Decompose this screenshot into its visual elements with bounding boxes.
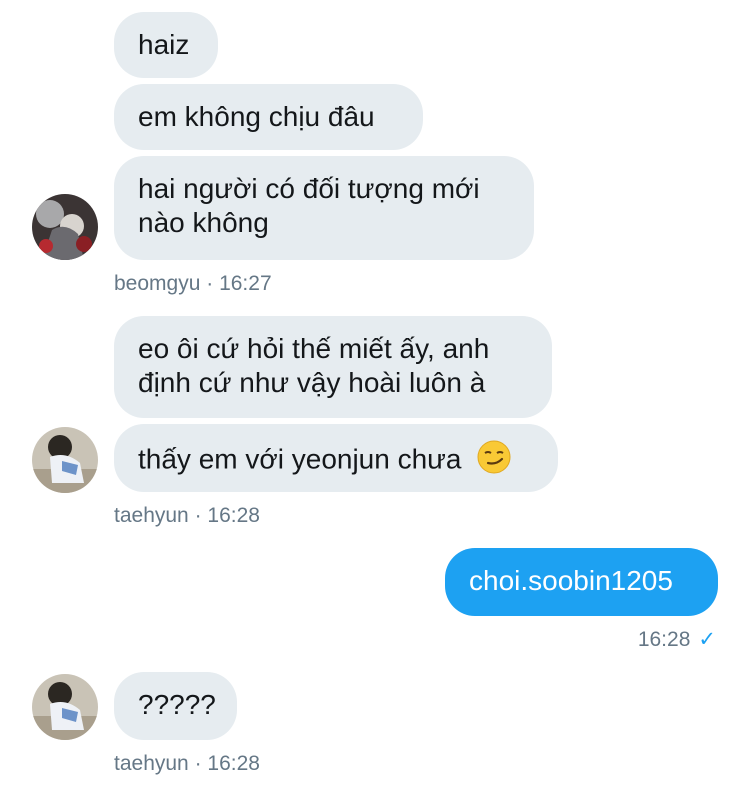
sender-name[interactable]: taehyun	[114, 752, 189, 775]
meta-separator: ·	[206, 272, 214, 295]
smirking-face-emoji-icon	[477, 440, 511, 482]
avatar[interactable]	[32, 427, 98, 493]
message-bubble[interactable]: haiz	[114, 12, 218, 78]
message-meta: beomgyu · 16:27	[114, 272, 272, 296]
message-text: thấy em với yeonjun chưa	[138, 443, 462, 475]
message-meta: taehyun · 16:28	[114, 752, 260, 776]
message-text: định cứ như vậy hoài luôn à	[138, 367, 486, 398]
message-text: haiz	[138, 29, 190, 60]
message-text: hai người có đối tượng mới	[138, 173, 480, 204]
message-bubble[interactable]: eo ôi cứ hỏi thế miết ấy, anh định cứ nh…	[114, 316, 552, 418]
message-bubble-outgoing[interactable]: choi.soobin1205	[445, 548, 718, 616]
message-text: nào không	[138, 207, 269, 238]
timestamp: 16:28	[207, 752, 260, 775]
taehyun-avatar-image	[32, 427, 98, 493]
avatar[interactable]	[32, 674, 98, 740]
meta-separator: ·	[194, 504, 202, 527]
taehyun-avatar-image	[32, 674, 98, 740]
message-text: ?????	[138, 689, 216, 720]
message-bubble[interactable]: ?????	[114, 672, 237, 740]
beomgyu-avatar-image	[32, 194, 98, 260]
message-bubble[interactable]: thấy em với yeonjun chưa	[114, 424, 558, 492]
message-bubble[interactable]: em không chịu đâu	[114, 84, 423, 150]
message-meta: taehyun · 16:28	[114, 504, 260, 528]
timestamp: 16:27	[219, 272, 272, 295]
message-bubble[interactable]: hai người có đối tượng mới nào không	[114, 156, 534, 260]
message-text: em không chịu đâu	[138, 101, 375, 132]
message-text: eo ôi cứ hỏi thế miết ấy, anh	[138, 333, 490, 364]
timestamp: 16:28	[207, 504, 260, 527]
message-text: choi.soobin1205	[469, 565, 673, 596]
message-meta: 16:28 ✓	[638, 628, 716, 652]
avatar[interactable]	[32, 194, 98, 260]
sender-name[interactable]: taehyun	[114, 504, 189, 527]
sender-name[interactable]: beomgyu	[114, 272, 200, 295]
timestamp: 16:28	[637, 628, 691, 651]
read-check-icon: ✓	[698, 628, 716, 651]
meta-separator: ·	[194, 752, 202, 775]
